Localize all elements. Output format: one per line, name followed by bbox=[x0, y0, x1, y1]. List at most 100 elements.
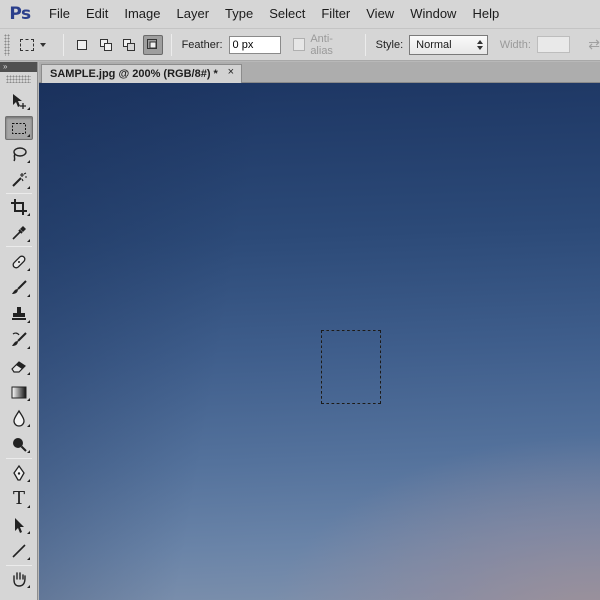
tool-hand[interactable] bbox=[5, 567, 33, 591]
new-selection-button[interactable] bbox=[72, 35, 92, 55]
submenu-indicator bbox=[27, 134, 30, 137]
marquee-selection[interactable] bbox=[321, 330, 381, 404]
divider bbox=[6, 246, 32, 247]
tool-move[interactable] bbox=[5, 89, 33, 113]
submenu-indicator bbox=[27, 213, 30, 216]
swap-arrows-icon[interactable]: ⇄ bbox=[588, 36, 600, 53]
history-brush-icon bbox=[12, 332, 27, 346]
submenu-indicator bbox=[27, 160, 30, 163]
submenu-indicator bbox=[27, 479, 30, 482]
eraser-icon bbox=[11, 361, 26, 373]
new-selection-icon bbox=[76, 39, 87, 50]
tool-gradient[interactable] bbox=[5, 380, 33, 404]
width-input[interactable] bbox=[536, 36, 571, 53]
document-canvas[interactable] bbox=[39, 83, 600, 600]
feather-label: Feather: bbox=[181, 38, 223, 51]
submenu-indicator bbox=[27, 424, 30, 427]
menu-select[interactable]: Select bbox=[261, 0, 313, 28]
submenu-indicator bbox=[27, 320, 30, 323]
spot-healing-icon bbox=[12, 255, 26, 269]
submenu-indicator bbox=[27, 346, 30, 349]
rectangular-marquee-icon bbox=[12, 123, 26, 134]
anti-alias-checkbox[interactable] bbox=[292, 38, 306, 51]
tool-rectangular-marquee[interactable] bbox=[5, 116, 33, 140]
feather-input[interactable] bbox=[228, 35, 281, 54]
menu-image[interactable]: Image bbox=[116, 0, 168, 28]
options-bar: Feather: Anti-alias Style: Normal Width:… bbox=[0, 28, 600, 61]
menu-file[interactable]: File bbox=[41, 0, 78, 28]
document-tab[interactable]: SAMPLE.jpg @ 200% (RGB/8#) * × bbox=[41, 64, 242, 83]
tool-history-brush[interactable] bbox=[5, 328, 33, 352]
add-to-selection-button[interactable] bbox=[96, 35, 116, 55]
dodge-icon bbox=[13, 438, 27, 452]
tool-path-selection[interactable] bbox=[5, 513, 33, 537]
tool-eraser[interactable] bbox=[5, 354, 33, 378]
chevron-down-icon bbox=[39, 42, 46, 47]
submenu-indicator bbox=[27, 372, 30, 375]
divider bbox=[63, 33, 65, 56]
blur-icon bbox=[13, 409, 25, 427]
tool-crop[interactable] bbox=[5, 195, 33, 219]
style-select[interactable]: Normal bbox=[409, 34, 488, 55]
submenu-indicator bbox=[27, 398, 30, 401]
menu-view[interactable]: View bbox=[358, 0, 402, 28]
eyedropper-icon bbox=[12, 226, 26, 240]
style-select-value: Normal bbox=[416, 38, 452, 51]
tools-panel-grip[interactable] bbox=[6, 75, 31, 83]
menu-layer[interactable]: Layer bbox=[169, 0, 218, 28]
menu-filter[interactable]: Filter bbox=[313, 0, 358, 28]
divider bbox=[170, 33, 172, 56]
tools-panel-collapse[interactable]: » bbox=[0, 62, 37, 72]
tool-pen[interactable] bbox=[5, 461, 33, 485]
menu-bar: Ps File Edit Image Layer Type Select Fil… bbox=[0, 0, 600, 28]
tool-quick-selection[interactable] bbox=[5, 168, 33, 192]
path-selection-icon bbox=[15, 518, 24, 533]
tool-eyedropper[interactable] bbox=[5, 221, 33, 245]
gradient-icon bbox=[11, 386, 27, 399]
up-down-arrows-icon bbox=[476, 39, 483, 50]
tool-type[interactable]: T bbox=[5, 487, 33, 511]
lasso-icon bbox=[13, 147, 27, 162]
pen-icon bbox=[13, 464, 25, 481]
quick-selection-icon bbox=[12, 172, 27, 187]
line-icon bbox=[12, 544, 26, 558]
tool-preset-picker[interactable] bbox=[19, 33, 57, 57]
add-to-selection-icon bbox=[99, 38, 112, 51]
divider bbox=[6, 458, 32, 459]
submenu-indicator bbox=[27, 186, 30, 189]
hand-icon bbox=[13, 572, 26, 587]
submenu-indicator bbox=[27, 107, 30, 110]
move-tool-icon bbox=[13, 94, 26, 109]
intersect-selection-icon bbox=[146, 38, 157, 49]
photoshop-logo: Ps bbox=[9, 4, 31, 24]
menu-window[interactable]: Window bbox=[402, 0, 464, 28]
document-tab-title: SAMPLE.jpg @ 200% (RGB/8#) * bbox=[50, 68, 218, 80]
menu-help[interactable]: Help bbox=[464, 0, 507, 28]
width-label: Width: bbox=[499, 38, 531, 51]
divider bbox=[6, 565, 32, 566]
tool-brush[interactable] bbox=[5, 276, 33, 300]
tool-dodge[interactable] bbox=[5, 432, 33, 456]
tool-clone-stamp[interactable] bbox=[5, 302, 33, 326]
submenu-indicator bbox=[27, 239, 30, 242]
tool-spot-healing[interactable] bbox=[5, 250, 33, 274]
type-icon: T bbox=[12, 488, 25, 509]
tool-lasso[interactable] bbox=[5, 142, 33, 166]
tool-line[interactable] bbox=[5, 539, 33, 563]
intersect-selection-button[interactable] bbox=[142, 34, 163, 55]
menu-type[interactable]: Type bbox=[217, 0, 261, 28]
divider bbox=[6, 193, 32, 194]
tool-blur[interactable] bbox=[5, 406, 33, 430]
submenu-indicator bbox=[27, 268, 30, 271]
submenu-indicator bbox=[27, 450, 30, 453]
submenu-indicator bbox=[27, 505, 30, 508]
crop-icon bbox=[11, 199, 27, 215]
document-tab-bar: SAMPLE.jpg @ 200% (RGB/8#) * × bbox=[39, 62, 600, 83]
subtract-from-selection-button[interactable] bbox=[119, 35, 139, 55]
submenu-indicator bbox=[27, 294, 30, 297]
submenu-indicator bbox=[27, 531, 30, 534]
menu-edit[interactable]: Edit bbox=[78, 0, 116, 28]
options-bar-grip[interactable] bbox=[4, 33, 10, 56]
close-icon[interactable]: × bbox=[228, 66, 234, 78]
rectangular-marquee-icon bbox=[19, 38, 34, 51]
